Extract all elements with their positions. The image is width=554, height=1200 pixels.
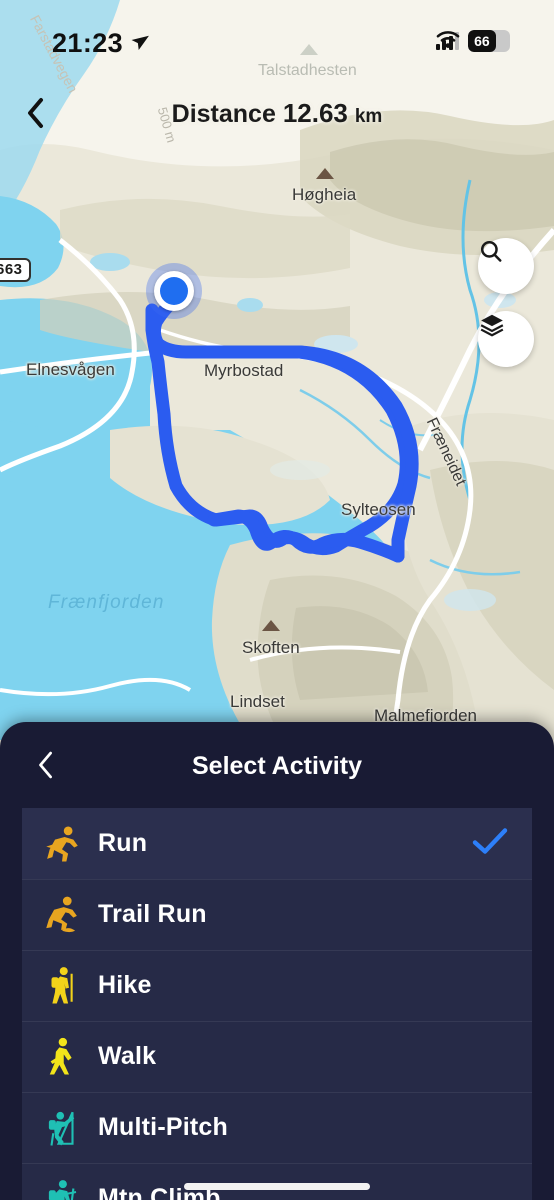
hiking-person-icon [34, 958, 90, 1014]
activity-label: Walk [98, 1042, 157, 1070]
activity-row-trail-run[interactable]: Trail Run [22, 879, 532, 950]
activity-row-mtn-climb[interactable]: Mtn Climb [22, 1163, 532, 1200]
distance-label: Distance [171, 100, 276, 128]
current-location-puck-icon [146, 263, 202, 319]
map-label-myrbostad: Myrbostad [204, 361, 284, 380]
status-time: 21:23 [52, 28, 124, 58]
walking-person-icon [34, 1029, 90, 1085]
peak-marker-skoften [262, 620, 280, 631]
activity-label: Run [98, 829, 148, 857]
map-label-elnesvagen: Elnesvågen [26, 360, 115, 379]
puck-dot [160, 277, 188, 305]
activity-label: Multi-Pitch [98, 1113, 228, 1141]
app-screen: Farstadvegen Talstadhesten Høgheia Elnes… [0, 0, 554, 1200]
battery-icon: 66 [468, 30, 510, 52]
mountaineer-icon [34, 1171, 90, 1200]
distance-readout: Distance 12.63 km [0, 98, 554, 129]
activity-list[interactable]: Run Trail Run Hike Walk Multi-Pitch Mtn … [22, 808, 532, 1200]
map-label-hogheia: Høgheia [292, 185, 357, 204]
sheet-title: Select Activity [192, 752, 362, 780]
map-label-skoften: Skoften [242, 638, 300, 657]
select-activity-sheet: Select Activity Run Trail Run Hike Walk … [0, 722, 554, 1200]
status-bar: 21:23 66 [0, 0, 554, 72]
home-indicator[interactable] [184, 1183, 370, 1190]
status-indicators: 66 [435, 30, 510, 52]
activity-label: Hike [98, 971, 152, 999]
map-label-fraenfjorden: Frænfjorden [48, 592, 165, 613]
distance-value: 12.63 [282, 98, 348, 128]
map-search-button[interactable] [478, 238, 534, 294]
running-person-icon [34, 816, 90, 872]
trail-running-icon [34, 887, 90, 943]
map-label-lindset: Lindset [230, 692, 285, 711]
peak-marker-hogheia [316, 168, 334, 179]
activity-row-multi-pitch[interactable]: Multi-Pitch [22, 1092, 532, 1163]
activity-label: Trail Run [98, 900, 207, 928]
puck-ring [154, 271, 194, 311]
climber-rope-icon [34, 1100, 90, 1156]
search-icon [480, 240, 502, 262]
wifi-icon [436, 31, 459, 48]
map-layers-button[interactable] [478, 311, 534, 367]
checkmark-icon [472, 826, 508, 861]
battery-percent: 66 [474, 33, 490, 49]
activity-row-run[interactable]: Run [22, 808, 532, 879]
road-shield-663: 663 [0, 258, 31, 282]
activity-row-hike[interactable]: Hike [22, 950, 532, 1021]
layers-icon [480, 314, 504, 337]
distance-unit: km [354, 106, 383, 127]
map-view[interactable]: Farstadvegen Talstadhesten Høgheia Elnes… [0, 0, 554, 740]
sheet-header: Select Activity [0, 722, 554, 808]
map-label-sylteosen: Sylteosen [341, 500, 416, 519]
activity-row-walk[interactable]: Walk [22, 1021, 532, 1092]
